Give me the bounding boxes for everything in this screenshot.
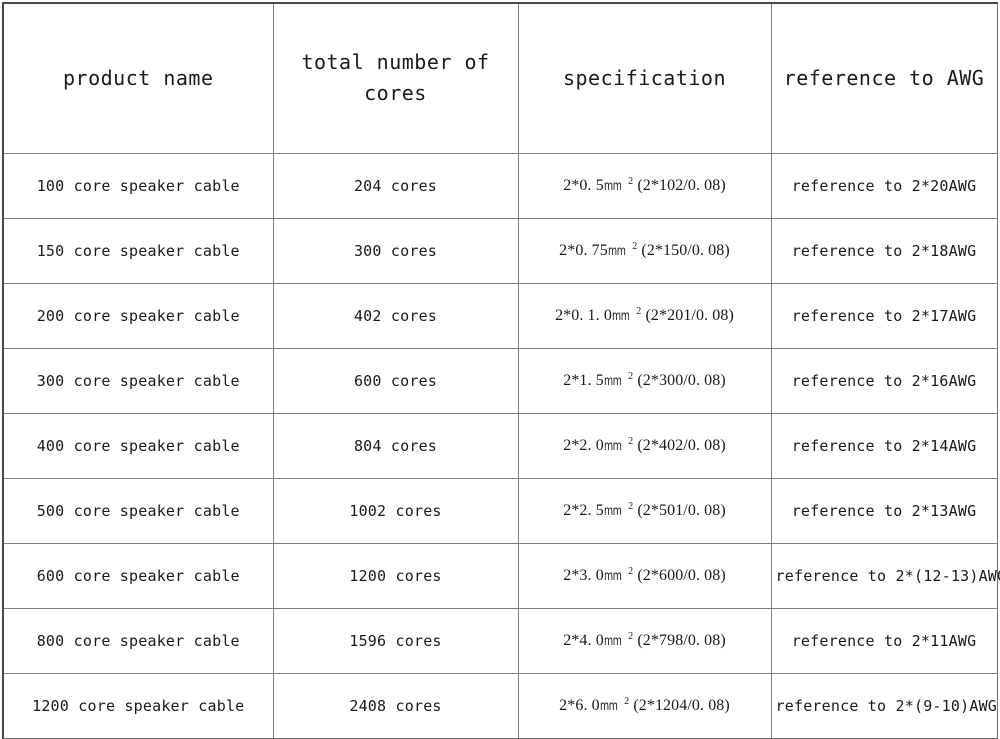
specification-detail: (2*300/0. 08) <box>633 372 726 389</box>
specification-detail: (2*150/0. 08) <box>637 242 730 259</box>
specification-detail: (2*201/0. 08) <box>641 307 734 324</box>
column-header-product-name: product name <box>3 3 274 154</box>
table-row: 150 core speaker cable 300 cores 2*0. 75mm… <box>3 218 997 284</box>
cell-specification: 2*2. 5mm 2 (2*501/0. 08) <box>518 478 772 544</box>
cell-product-name: 1200 core speaker cable <box>3 673 274 738</box>
specification-unit: mm <box>603 179 622 194</box>
table-row: 500 core speaker cable 1002 cores 2*2. 5mm… <box>3 478 997 544</box>
cell-total-cores: 204 cores <box>273 153 519 219</box>
cell-specification: 2*4. 0mm 2 (2*798/0. 08) <box>518 608 772 674</box>
cell-reference-awg: reference to 2*(12-13)AWG <box>771 543 1000 609</box>
specification-detail: (2*798/0. 08) <box>633 632 726 649</box>
specification-unit: mm <box>611 309 630 324</box>
cell-reference-awg: reference to 2*16AWG <box>771 348 997 414</box>
specification-detail: (2*1204/0. 08) <box>629 697 730 714</box>
cell-reference-awg: reference to 2*13AWG <box>771 478 997 544</box>
table-header: product name total number of cores speci… <box>3 3 997 154</box>
specification-unit: mm <box>607 244 626 259</box>
cell-product-name: 200 core speaker cable <box>3 283 274 349</box>
cell-reference-awg: reference to 2*18AWG <box>771 218 997 284</box>
cell-specification: 2*0. 1. 0mm 2 (2*201/0. 08) <box>518 283 772 349</box>
table-row: 400 core speaker cable 804 cores 2*2. 0mm 2… <box>3 413 997 479</box>
specification-unit: mm <box>603 569 622 584</box>
specification-value: 2*6. 0 <box>559 697 600 714</box>
specification-value: 2*0. 75 <box>559 242 608 259</box>
specification-value: 2*0. 1. 0 <box>555 307 612 324</box>
specification-detail: (2*501/0. 08) <box>633 502 726 519</box>
specification-value: 2*2. 0 <box>563 437 604 454</box>
specification-value: 2*1. 5 <box>563 372 604 389</box>
cell-specification: 2*2. 0mm 2 (2*402/0. 08) <box>518 413 772 479</box>
specification-unit: mm <box>603 439 622 454</box>
cell-product-name: 100 core speaker cable <box>3 153 274 219</box>
cell-specification: 2*3. 0mm 2 (2*600/0. 08) <box>518 543 772 609</box>
cell-product-name: 500 core speaker cable <box>3 478 274 544</box>
cell-specification: 2*1. 5mm 2 (2*300/0. 08) <box>518 348 772 414</box>
table-header-row: product name total number of cores speci… <box>3 3 997 154</box>
table-row: 800 core speaker cable 1596 cores 2*4. 0mm… <box>3 608 997 674</box>
cell-total-cores: 1200 cores <box>273 543 519 609</box>
cell-total-cores: 402 cores <box>273 283 519 349</box>
table-body: 100 core speaker cable 204 cores 2*0. 5mm 2… <box>3 153 1000 738</box>
cell-reference-awg: reference to 2*14AWG <box>771 413 997 479</box>
cell-specification: 2*0. 5mm 2 (2*102/0. 08) <box>518 153 772 219</box>
specification-unit: mm <box>599 699 618 714</box>
cell-total-cores: 300 cores <box>273 218 519 284</box>
cell-total-cores: 1002 cores <box>273 478 519 544</box>
cell-product-name: 600 core speaker cable <box>3 543 274 609</box>
cell-total-cores: 804 cores <box>273 413 519 479</box>
specification-unit: mm <box>603 374 622 389</box>
cell-specification: 2*0. 75mm 2 (2*150/0. 08) <box>518 218 772 284</box>
cell-reference-awg: reference to 2*20AWG <box>771 153 997 219</box>
table-row: 300 core speaker cable 600 cores 2*1. 5mm 2… <box>3 348 997 414</box>
cell-total-cores: 600 cores <box>273 348 519 414</box>
column-header-specification: specification <box>518 3 772 154</box>
specification-value: 2*0. 5 <box>563 177 604 194</box>
column-header-total-cores: total number of cores <box>273 3 519 154</box>
specification-detail: (2*402/0. 08) <box>633 437 726 454</box>
specification-unit: mm <box>603 504 622 519</box>
cell-total-cores: 1596 cores <box>273 608 519 674</box>
cell-product-name: 150 core speaker cable <box>3 218 274 284</box>
cell-product-name: 800 core speaker cable <box>3 608 274 674</box>
cell-reference-awg: reference to 2*11AWG <box>771 608 997 674</box>
table-row: 100 core speaker cable 204 cores 2*0. 5mm 2… <box>3 153 997 219</box>
specification-value: 2*3. 0 <box>563 567 604 584</box>
table-row: 200 core speaker cable 402 cores 2*0. 1. 0… <box>3 283 997 349</box>
cell-product-name: 400 core speaker cable <box>3 413 274 479</box>
cell-product-name: 300 core speaker cable <box>3 348 274 414</box>
specification-detail: (2*102/0. 08) <box>633 177 726 194</box>
specification-unit: mm <box>603 634 622 649</box>
specification-value: 2*4. 0 <box>563 632 604 649</box>
table-row: 1200 core speaker cable 2408 cores 2*6. 0m… <box>3 673 997 738</box>
cell-total-cores: 2408 cores <box>273 673 519 738</box>
table-row: 600 core speaker cable 1200 cores 2*3. 0mm… <box>3 543 1000 609</box>
cell-reference-awg: reference to 2*(9-10)AWG <box>775 696 998 715</box>
cell-specification: 2*6. 0mm 2 (2*1204/0. 08) <box>518 673 772 738</box>
specification-value: 2*2. 5 <box>563 502 604 519</box>
speaker-cable-specification-table: product name total number of cores speci… <box>2 2 1000 739</box>
cell-reference-awg: reference to 2*17AWG <box>771 283 997 349</box>
specification-detail: (2*600/0. 08) <box>633 567 726 584</box>
column-header-reference-awg: reference to AWG <box>771 3 997 154</box>
